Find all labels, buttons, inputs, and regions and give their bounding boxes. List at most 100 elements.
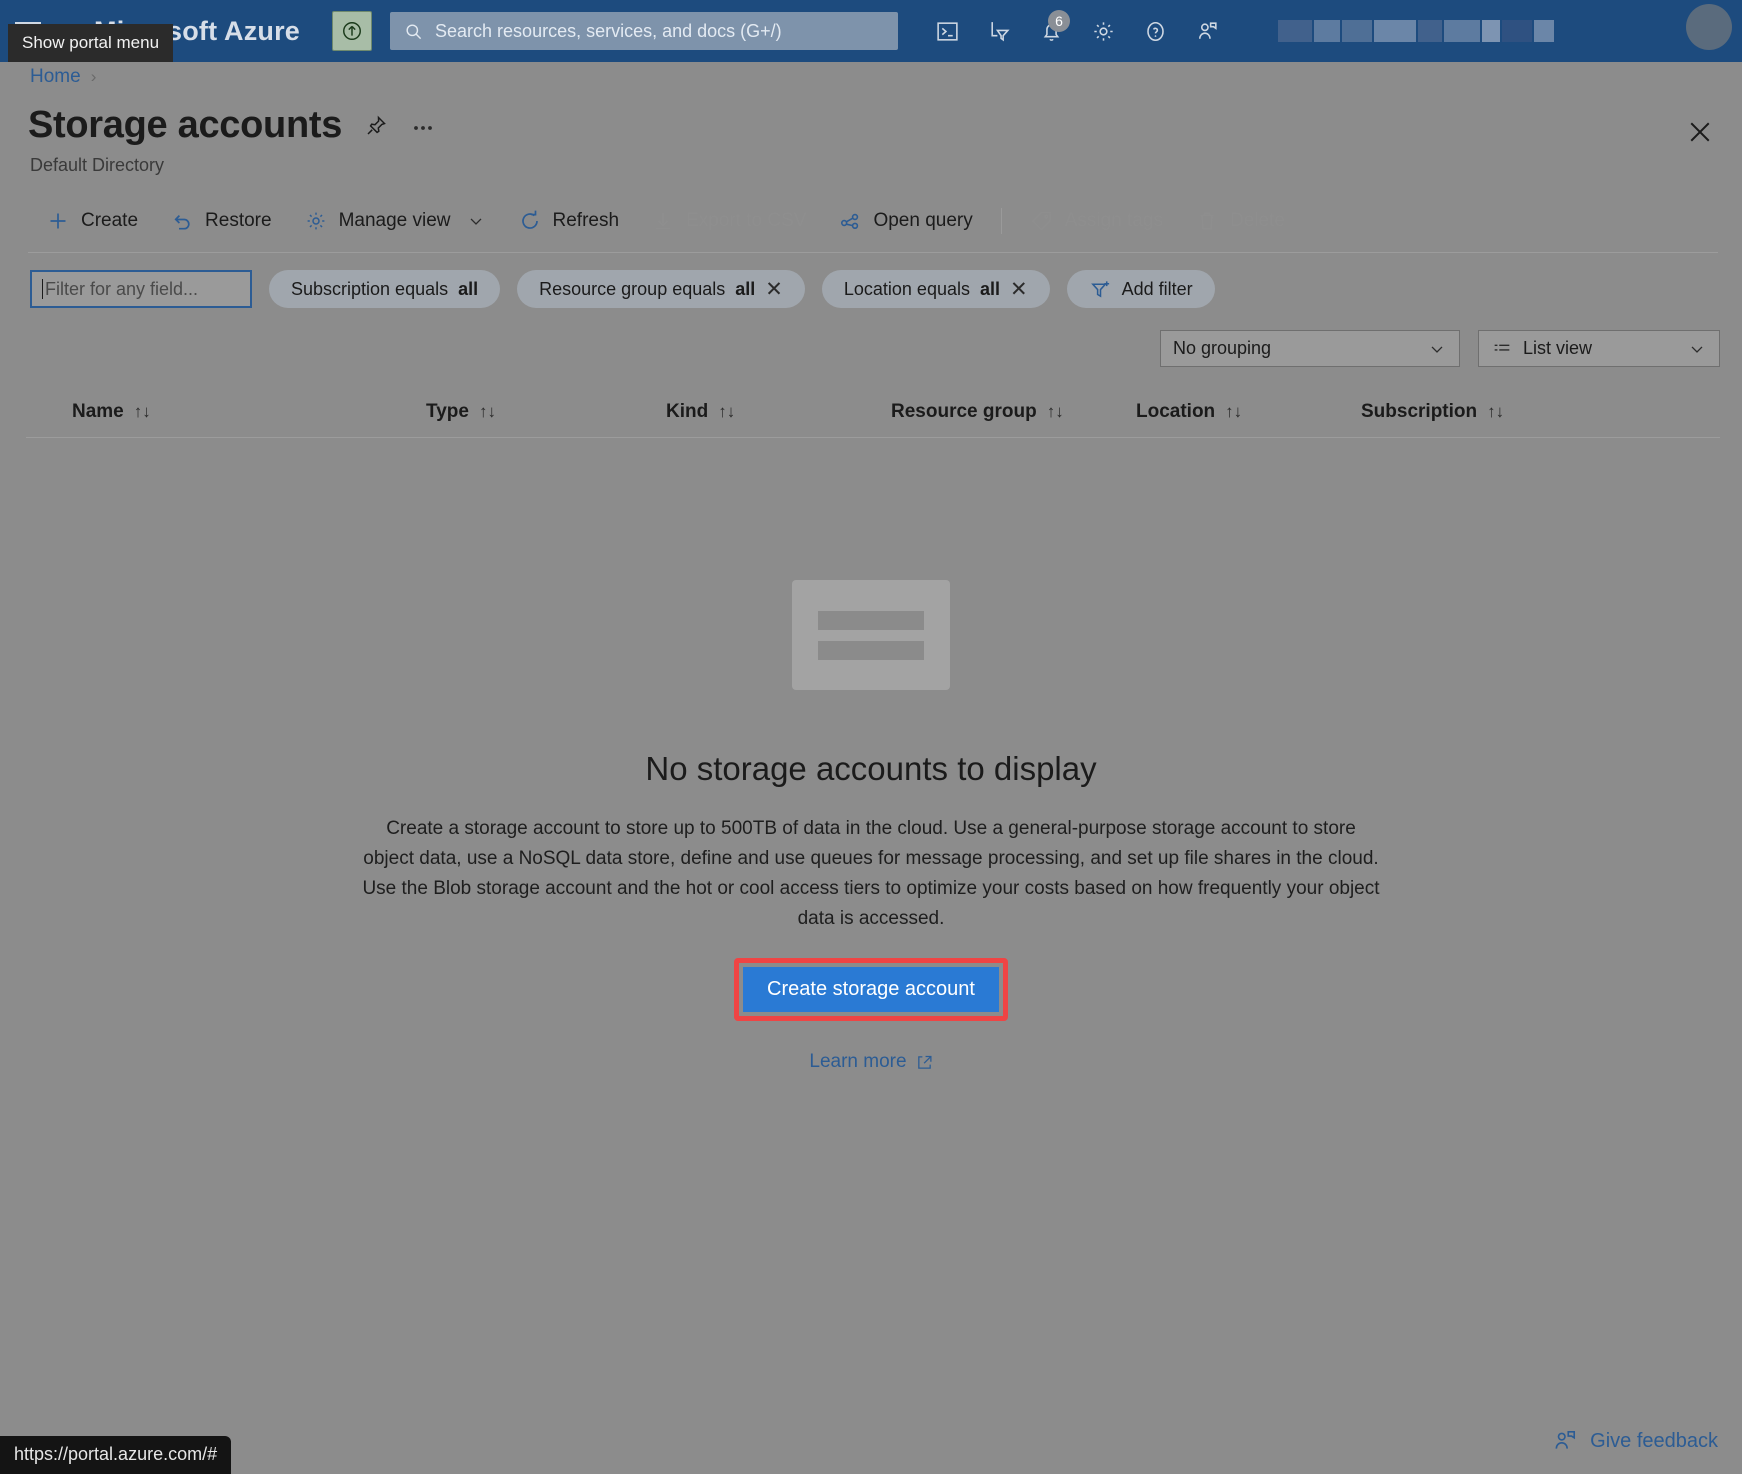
settings-gear-icon[interactable] xyxy=(1080,8,1126,54)
open-query-button-label: Open query xyxy=(873,210,973,231)
open-query-button[interactable]: Open query xyxy=(822,199,988,243)
help-question-icon[interactable] xyxy=(1132,8,1178,54)
column-header-type-label: Type xyxy=(426,400,469,422)
column-header-type[interactable]: Type ↑↓ xyxy=(426,401,666,423)
breadcrumb-separator-icon: › xyxy=(90,67,97,86)
directories-subscriptions-icon[interactable] xyxy=(976,8,1022,54)
empty-state-illustration-icon xyxy=(792,580,950,690)
tag-icon xyxy=(1031,211,1051,231)
account-info-redacted xyxy=(1278,20,1555,42)
learn-more-link[interactable]: Learn more xyxy=(809,1051,932,1073)
assign-tags-button-label: Assign tags xyxy=(1064,210,1163,231)
sort-icon: ↑↓ xyxy=(133,401,151,421)
manage-view-button-label: Manage view xyxy=(338,210,451,231)
search-icon xyxy=(406,23,422,39)
give-feedback-button[interactable]: Give feedback xyxy=(1552,1428,1718,1454)
feedback-person-icon xyxy=(1555,1430,1576,1449)
create-storage-account-button[interactable]: Create storage account xyxy=(743,967,999,1012)
empty-state-title: No storage accounts to display xyxy=(645,750,1097,787)
chevron-down-icon xyxy=(1691,345,1703,353)
avatar[interactable] xyxy=(1686,4,1732,50)
column-header-location-label: Location xyxy=(1136,400,1216,422)
breadcrumb-home[interactable]: Home xyxy=(30,66,81,88)
column-header-subscription-label: Subscription xyxy=(1361,400,1478,422)
restore-button[interactable]: Restore xyxy=(154,199,288,243)
text-caret xyxy=(42,279,43,299)
chevron-down-icon xyxy=(1431,345,1443,353)
filter-search-input[interactable]: Filter for any field... xyxy=(30,270,252,308)
notification-count-badge: 6 xyxy=(1048,10,1071,32)
sort-icon: ↑↓ xyxy=(1046,401,1064,421)
chevron-down-icon xyxy=(470,218,481,225)
query-icon xyxy=(841,213,859,229)
export-to-csv-button[interactable]: Export to CSV xyxy=(635,199,822,243)
status-bar-url: https://portal.azure.com/# xyxy=(0,1436,232,1474)
more-options-icon[interactable] xyxy=(410,113,436,139)
download-icon xyxy=(656,213,671,230)
filter-pill-subscription-value: all xyxy=(458,278,479,299)
view-controls: No grouping List view xyxy=(1160,330,1720,367)
toolbar-divider xyxy=(1000,208,1002,234)
filter-search-placeholder: Filter for any field... xyxy=(45,278,199,299)
give-feedback-label: Give feedback xyxy=(1590,1429,1718,1452)
sort-icon: ↑↓ xyxy=(1225,401,1243,421)
plus-icon xyxy=(50,213,66,229)
filter-pill-subscription-label: Subscription equals xyxy=(291,278,449,299)
feedback-person-icon[interactable] xyxy=(1184,8,1230,54)
manage-view-button[interactable]: Manage view xyxy=(288,199,502,243)
command-bar-divider xyxy=(28,252,1718,253)
grouping-select[interactable]: No grouping xyxy=(1160,330,1460,367)
delete-button[interactable]: Delete xyxy=(1179,199,1301,243)
column-header-resource-group-label: Resource group xyxy=(891,400,1037,422)
notifications-bell-icon[interactable]: 6 xyxy=(1028,8,1074,54)
grouping-select-value: No grouping xyxy=(1173,338,1272,358)
column-header-kind[interactable]: Kind ↑↓ xyxy=(666,401,891,423)
view-mode-select-value: List view xyxy=(1523,338,1593,358)
export-to-csv-button-label: Export to CSV xyxy=(686,210,807,231)
filter-pill-location-value: all xyxy=(979,278,1000,299)
create-storage-account-highlight: Create storage account xyxy=(734,958,1008,1021)
column-header-location[interactable]: Location ↑↓ xyxy=(1136,401,1361,423)
filter-row: Filter for any field... Subscription equ… xyxy=(30,270,1215,308)
list-view-icon xyxy=(1494,344,1510,351)
view-mode-select[interactable]: List view xyxy=(1478,330,1720,367)
refresh-button-label: Refresh xyxy=(552,210,620,231)
pin-icon[interactable] xyxy=(364,114,388,138)
azure-portal-page: Microsoft Azure Search resources, servic… xyxy=(0,0,1742,1474)
empty-state: No storage accounts to display Create a … xyxy=(0,580,1742,1073)
sort-icon: ↑↓ xyxy=(718,401,736,421)
filter-pill-location[interactable]: Location equals all ✕ xyxy=(821,270,1050,308)
trash-icon xyxy=(1200,212,1214,230)
undo-arrow-icon xyxy=(174,215,190,230)
cloud-shell-icon[interactable] xyxy=(332,11,373,51)
remove-filter-resource-group-icon[interactable]: ✕ xyxy=(765,279,783,300)
global-search-input[interactable]: Search resources, services, and docs (G+… xyxy=(390,12,899,50)
sort-icon: ↑↓ xyxy=(1487,401,1505,421)
refresh-button[interactable]: Refresh xyxy=(502,199,636,243)
command-bar: Create Restore Manage view Refresh Expor… xyxy=(28,198,1718,244)
remove-filter-location-icon[interactable]: ✕ xyxy=(1010,279,1028,300)
column-header-name[interactable]: Name ↑↓ xyxy=(26,401,426,423)
portal-menu-tooltip: Show portal menu xyxy=(8,24,174,62)
filter-pill-subscription[interactable]: Subscription equals all xyxy=(269,270,501,308)
close-icon[interactable] xyxy=(1680,112,1720,152)
external-link-icon xyxy=(917,1055,932,1069)
sort-icon: ↑↓ xyxy=(478,401,496,421)
filter-pill-resource-group[interactable]: Resource group equals all ✕ xyxy=(517,270,805,308)
filter-pill-resource-group-value: all xyxy=(735,278,756,299)
cloud-shell-terminal-icon[interactable] xyxy=(924,8,970,54)
refresh-icon xyxy=(521,210,538,229)
filter-pill-resource-group-label: Resource group equals xyxy=(539,278,726,299)
results-table-header: Name ↑↓ Type ↑↓ Kind ↑↓ Resource group ↑… xyxy=(26,386,1720,438)
page-title-row: Storage accounts xyxy=(28,104,436,147)
add-filter-button[interactable]: Add filter xyxy=(1066,270,1215,308)
restore-button-label: Restore xyxy=(205,210,272,231)
column-header-resource-group[interactable]: Resource group ↑↓ xyxy=(891,401,1136,423)
learn-more-label: Learn more xyxy=(809,1051,907,1072)
breadcrumb: Home › xyxy=(30,66,96,88)
create-button[interactable]: Create xyxy=(28,199,154,243)
column-header-subscription[interactable]: Subscription ↑↓ xyxy=(1361,401,1504,423)
delete-button-label: Delete xyxy=(1229,210,1285,231)
create-button-label: Create xyxy=(81,210,139,231)
assign-tags-button[interactable]: Assign tags xyxy=(1014,199,1179,243)
